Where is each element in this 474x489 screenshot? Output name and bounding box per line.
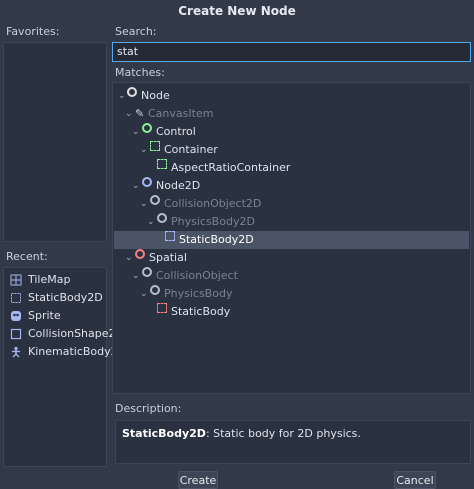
spatial-icon — [135, 249, 145, 259]
tree-item-node[interactable]: ⌄ Node — [114, 87, 469, 105]
tree-item-label: Node — [141, 89, 170, 102]
chevron-down-icon: ⌄ — [132, 127, 140, 137]
tree-item-label: Control — [156, 125, 196, 138]
search-label: Search: — [115, 25, 157, 38]
tree-item-physicsbody[interactable]: ⌄ PhysicsBody — [114, 285, 469, 303]
tree-item-control[interactable]: ⌄ Control — [114, 123, 469, 141]
matches-label: Matches: — [115, 66, 165, 79]
recent-label: Recent: — [6, 250, 48, 263]
tree-item-staticbody2d[interactable]: StaticBody2D — [114, 231, 469, 249]
collisionshape2d-icon — [10, 328, 22, 340]
favorites-label: Favorites: — [6, 25, 60, 38]
physicsbody2d-icon — [157, 213, 167, 223]
recent-item-label: TileMap — [28, 273, 71, 286]
aspectratiocontainer-icon — [157, 159, 167, 169]
tree-item-collisionobject2d[interactable]: ⌄ CollisionObject2D — [114, 195, 469, 213]
collisionobject-icon — [142, 267, 152, 277]
collisionobject2d-icon — [150, 195, 160, 205]
tree-item-label: PhysicsBody — [164, 287, 233, 300]
chevron-down-icon: ⌄ — [118, 91, 126, 101]
tree-item-label: Node2D — [156, 179, 201, 192]
cancel-button[interactable]: Cancel — [394, 471, 436, 489]
tree-item-aspectratiocontainer[interactable]: AspectRatioContainer — [114, 159, 469, 177]
tree-item-label: Spatial — [149, 251, 187, 264]
description-label: Description: — [115, 402, 182, 415]
dialog-title: Create New Node — [178, 4, 296, 18]
staticbody2d-icon — [165, 231, 175, 241]
tree-item-label: Container — [164, 143, 218, 156]
tilemap-icon — [10, 274, 22, 286]
favorites-list[interactable] — [3, 42, 107, 242]
chevron-down-icon: ⌄ — [140, 289, 148, 299]
node-icon — [127, 87, 137, 97]
tree-item-label: AspectRatioContainer — [171, 161, 291, 174]
tree-item-label: CollisionObject — [156, 269, 238, 282]
chevron-down-icon: ⌄ — [132, 271, 140, 281]
tree-item-spatial[interactable]: ⌄ Spatial — [114, 249, 469, 267]
container-icon — [150, 141, 160, 151]
tree-item-label: StaticBody2D — [179, 233, 254, 246]
node2d-icon — [142, 177, 152, 187]
tree-item-node2d[interactable]: ⌄ Node2D — [114, 177, 469, 195]
tree-item-container[interactable]: ⌄ Container — [114, 141, 469, 159]
physicsbody-icon — [150, 285, 160, 295]
tree-item-canvasitem[interactable]: ⌄ ✎ CanvasItem — [114, 105, 469, 123]
control-icon — [142, 123, 152, 133]
recent-item-label: StaticBody2D — [28, 291, 103, 304]
canvasitem-icon: ✎ — [135, 107, 145, 120]
chevron-down-icon: ⌄ — [125, 109, 133, 119]
staticbody-icon — [157, 303, 167, 313]
tree-item-label: StaticBody — [171, 305, 231, 318]
tree-item-physicsbody2d[interactable]: ⌄ PhysicsBody2D — [114, 213, 469, 231]
chevron-down-icon: ⌄ — [147, 217, 155, 227]
recent-item-label: CollisionShape2D — [28, 327, 124, 340]
recent-item-label: Sprite — [28, 309, 61, 322]
matches-tree[interactable]: ⌄ Node ⌄ ✎ CanvasItem ⌄ Control ⌄ Contai… — [112, 82, 471, 394]
tree-item-label: CanvasItem — [148, 107, 214, 120]
tree-item-label: CollisionObject2D — [164, 197, 262, 210]
chevron-down-icon: ⌄ — [140, 199, 148, 209]
description-text: : Static body for 2D physics. — [205, 427, 361, 440]
recent-list[interactable]: TileMap StaticBody2D Sprite CollisionSha… — [3, 267, 126, 467]
staticbody2d-icon — [11, 293, 21, 303]
tree-item-label: PhysicsBody2D — [171, 215, 255, 228]
chevron-down-icon: ⌄ — [132, 181, 140, 191]
create-button[interactable]: Create — [178, 471, 218, 489]
chevron-down-icon: ⌄ — [140, 145, 148, 155]
description-node-name: StaticBody2D — [122, 427, 206, 440]
tree-item-staticbody[interactable]: StaticBody — [114, 303, 469, 321]
sprite-icon — [11, 311, 21, 321]
chevron-down-icon: ⌄ — [125, 253, 133, 263]
search-input[interactable]: stat — [112, 42, 471, 62]
tree-item-collisionobject[interactable]: ⌄ CollisionObject — [114, 267, 469, 285]
description-box: StaticBody2D: Static body for 2D physics… — [115, 420, 471, 464]
kinematicbody2d-icon — [12, 346, 20, 358]
